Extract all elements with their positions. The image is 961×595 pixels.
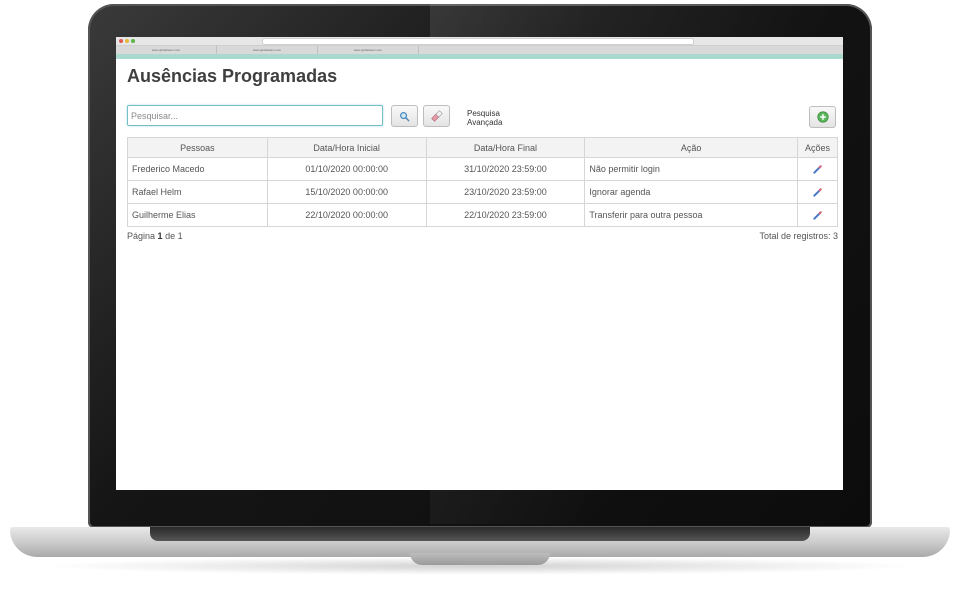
- cell-acoes: [797, 203, 838, 227]
- minimize-window-icon[interactable]: [125, 39, 129, 43]
- laptop-notch: [410, 553, 550, 565]
- cell-pessoa: Frederico Macedo: [127, 157, 268, 181]
- pagination-info: Página 1 de 1: [127, 231, 183, 241]
- browser-tab[interactable]: www.globalteam.com: [116, 46, 217, 54]
- cell-data-final: 23/10/2020 23:59:00: [425, 180, 586, 204]
- plus-circle-icon: [816, 111, 829, 123]
- browser-tab[interactable]: www.globalteam.com: [318, 46, 419, 54]
- search-input[interactable]: [127, 105, 383, 126]
- browser-tabs: www.globalteam.com www.globalteam.com ww…: [116, 46, 843, 54]
- address-bar[interactable]: [262, 38, 694, 45]
- column-header-acao[interactable]: Ação: [584, 137, 799, 158]
- cell-acoes: [797, 157, 838, 181]
- edit-pencil-icon[interactable]: [812, 164, 823, 175]
- absences-table: Pessoas Data/Hora Inicial Data/Hora Fina…: [127, 137, 838, 227]
- edit-pencil-icon[interactable]: [812, 187, 823, 198]
- column-header-pessoas[interactable]: Pessoas: [127, 137, 268, 158]
- cell-acao: Ignorar agenda: [584, 180, 799, 204]
- table-row[interactable]: Guilherme Elias 22/10/2020 00:00:00 22/1…: [127, 203, 838, 227]
- cell-acoes: [797, 180, 838, 204]
- maximize-window-icon[interactable]: [131, 39, 135, 43]
- advanced-search-label-line1: Pesquisa: [467, 109, 500, 118]
- cell-data-inicial: 22/10/2020 00:00:00: [266, 203, 427, 227]
- search-button[interactable]: [391, 105, 418, 127]
- close-window-icon[interactable]: [119, 39, 123, 43]
- column-header-data-inicial[interactable]: Data/Hora Inicial: [266, 137, 427, 158]
- page-current: 1: [157, 231, 163, 241]
- cell-data-final: 31/10/2020 23:59:00: [425, 157, 586, 181]
- cell-data-inicial: 01/10/2020 00:00:00: [266, 157, 427, 181]
- column-header-data-final[interactable]: Data/Hora Final: [425, 137, 586, 158]
- total-records: Total de registros: 3: [759, 231, 838, 241]
- advanced-search-link[interactable]: Pesquisa Avançada: [467, 109, 527, 127]
- advanced-search-label-line2: Avançada: [467, 118, 503, 127]
- page-title: Ausências Programadas: [127, 66, 338, 86]
- browser-tab[interactable]: www.globalteam.com: [217, 46, 318, 54]
- column-header-acoes: Ações: [797, 137, 838, 158]
- cell-pessoa: Guilherme Elias: [127, 203, 268, 227]
- page-total: 1: [177, 231, 183, 241]
- screen: www.globalteam.com www.globalteam.com ww…: [116, 37, 843, 490]
- add-button[interactable]: [809, 106, 836, 128]
- table-row[interactable]: Rafael Helm 15/10/2020 00:00:00 23/10/20…: [127, 180, 838, 204]
- cell-data-final: 22/10/2020 23:59:00: [425, 203, 586, 227]
- eraser-icon: [430, 110, 443, 122]
- table-row[interactable]: Frederico Macedo 01/10/2020 00:00:00 31/…: [127, 157, 838, 181]
- magnifier-icon: [400, 111, 410, 121]
- header-strip: [116, 54, 843, 59]
- edit-pencil-icon[interactable]: [812, 210, 823, 221]
- laptop-hinge: [150, 527, 810, 541]
- page-middle: de: [165, 231, 176, 241]
- table-header-row: Pessoas Data/Hora Inicial Data/Hora Fina…: [127, 137, 838, 158]
- cell-data-inicial: 15/10/2020 00:00:00: [266, 180, 427, 204]
- cell-pessoa: Rafael Helm: [127, 180, 268, 204]
- webcam: [476, 18, 482, 24]
- clear-search-button[interactable]: [423, 105, 450, 127]
- cell-acao: Transferir para outra pessoa: [584, 203, 799, 227]
- browser-toolbar: [116, 37, 843, 46]
- page-prefix: Página: [127, 231, 156, 241]
- cell-acao: Não permitir login: [584, 157, 799, 181]
